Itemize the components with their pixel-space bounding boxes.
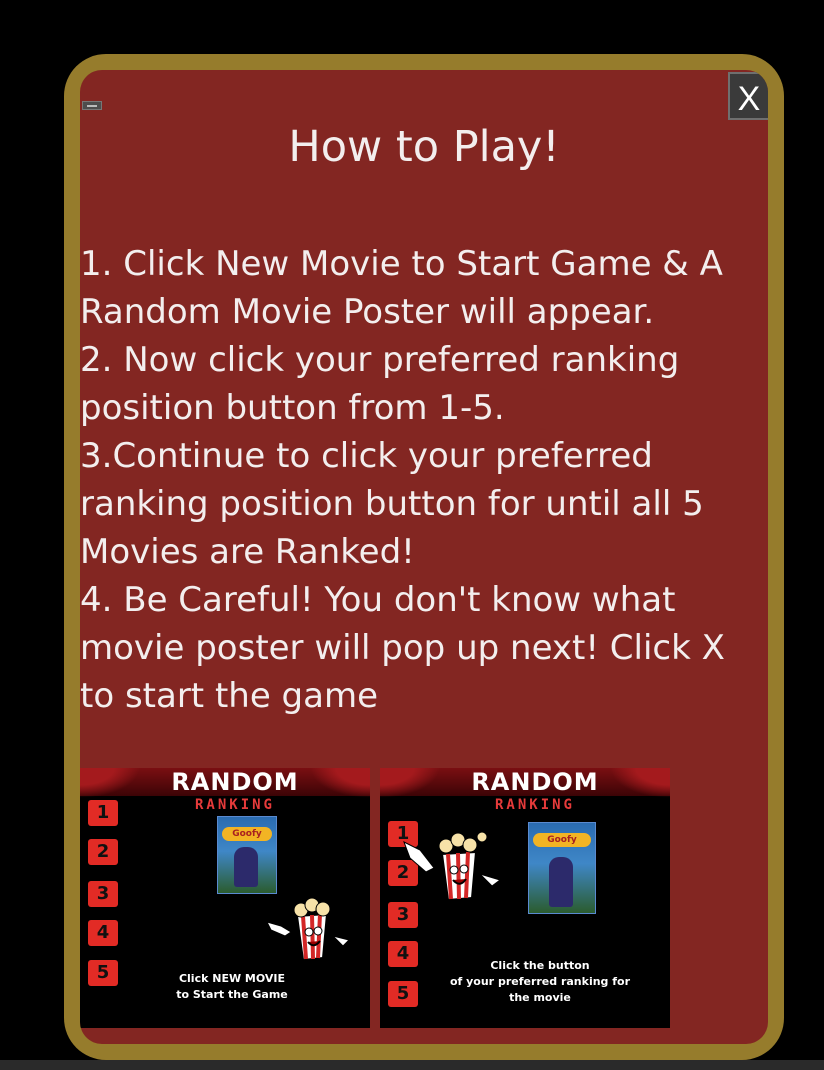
instruction-step: 1. Click New Movie to Start Game & A Ran… [80,244,723,332]
poster-title: RANDOM [171,768,299,796]
modal-title: How to Play! [288,122,560,172]
rank-button-1: 1 [88,800,118,826]
poster-subtitle: RANKING [194,797,275,813]
rank-button-4: 4 [88,920,118,946]
rank-button-3: 3 [88,881,118,907]
instruction-step: 4. Be Careful! You don't know what movie… [80,580,725,716]
character-figure [234,847,258,887]
rank-button-2: 2 [88,839,118,865]
movie-title-art: Goofy [533,833,591,847]
instruction-step: 3.Continue to click your preferred ranki… [80,436,704,572]
poster-title: RANDOM [471,768,599,796]
caption-line: Click the button [490,959,590,972]
tutorial-image-ranking: RANDOM RANKING 1 2 3 4 5 Goofy Click the… [380,768,670,1028]
popcorn-mascot-icon [403,831,502,902]
rank-button-5: 5 [88,960,118,986]
movie-poster-thumbnail: Goofy [528,822,596,914]
caption-line: Click NEW MOVIE [178,972,286,985]
tutorial-image-start: RANDOM RANKING 1 2 3 4 5 Goofy Click NEW… [80,768,370,1028]
movie-poster-thumbnail: Goofy [217,816,277,894]
popcorn-mascot-icon [266,897,350,962]
character-figure [549,857,573,907]
caption-line: the movie [509,991,571,1004]
how-to-play-modal: X How to Play! 1. Click New Movie to Sta… [80,70,768,1044]
caption-line: to Start the Game [176,988,288,1001]
instructions-list: 1. Click New Movie to Start Game & A Ran… [80,240,766,720]
poster-caption: Click the button of your preferred ranki… [442,958,638,1006]
rank-button-3: 3 [388,902,418,928]
page-bottom-bar [0,1060,824,1070]
poster-subtitle: RANKING [494,797,575,813]
rank-button-5: 5 [388,981,418,1007]
instruction-step: 2. Now click your preferred ranking posi… [80,340,680,428]
poster-caption: Click NEW MOVIE to Start the Game [160,971,304,1003]
minimize-icon[interactable] [82,101,102,110]
movie-title-art: Goofy [222,827,272,841]
rank-button-4: 4 [388,941,418,967]
caption-line: of your preferred ranking for [449,975,631,988]
close-button[interactable]: X [728,72,768,120]
